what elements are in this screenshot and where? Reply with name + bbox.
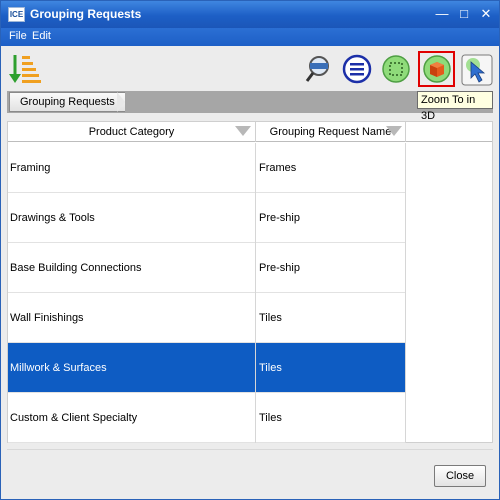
cell-product-category: Custom & Client Specialty: [8, 393, 256, 443]
minimize-icon[interactable]: —: [434, 6, 450, 22]
table-row[interactable]: Framing Frames: [8, 143, 406, 193]
grouping-requests-window: ICE Grouping Requests — □ ✕ File Edit Zo…: [0, 0, 500, 500]
menu-file[interactable]: File: [9, 30, 27, 42]
cell-product-category: Base Building Connections: [8, 243, 256, 293]
cell-grouping-request-name: Tiles: [256, 393, 406, 443]
window-title: Grouping Requests: [30, 7, 142, 21]
divider: [7, 449, 493, 450]
cell-product-category: Drawings & Tools: [8, 193, 256, 243]
column-header-product-category[interactable]: Product Category: [8, 122, 256, 142]
cell-product-category: Wall Finishings: [8, 293, 256, 343]
menu-bar: File Edit: [1, 28, 499, 46]
select-area-icon[interactable]: [381, 54, 411, 84]
zoom-to-3d-icon[interactable]: [422, 54, 452, 84]
grouping-requests-table: Product Category Grouping Request Name F…: [7, 121, 493, 443]
column-header-grouping-request-name[interactable]: Grouping Request Name: [256, 122, 406, 142]
table-row-selected[interactable]: Millwork & Surfaces Tiles: [8, 343, 406, 393]
column-label: Product Category: [88, 126, 175, 138]
cell-grouping-request-name: Pre-ship: [256, 243, 406, 293]
cell-grouping-request-name: Frames: [256, 143, 406, 193]
cell-product-category: Millwork & Surfaces: [8, 343, 256, 393]
zoom-search-icon[interactable]: [304, 54, 334, 84]
breadcrumb-item[interactable]: Grouping Requests: [9, 92, 125, 112]
breadcrumb-arrow-icon: [117, 92, 125, 112]
table-header: Product Category Grouping Request Name: [8, 122, 492, 142]
cell-product-category: Framing: [8, 143, 256, 193]
column-label: Grouping Request Name: [269, 126, 392, 138]
cell-grouping-request-name: Tiles: [256, 343, 406, 393]
close-button[interactable]: Close: [434, 465, 486, 487]
toolbar: [1, 46, 499, 92]
cell-grouping-request-name: Tiles: [256, 293, 406, 343]
close-icon[interactable]: ✕: [478, 6, 494, 22]
table-row[interactable]: Custom & Client Specialty Tiles: [8, 393, 406, 443]
app-icon: ICE: [8, 7, 25, 22]
maximize-icon[interactable]: □: [456, 6, 472, 22]
table-row[interactable]: Wall Finishings Tiles: [8, 293, 406, 343]
title-bar: ICE Grouping Requests — □ ✕: [1, 1, 499, 28]
filter-icon[interactable]: [235, 126, 251, 136]
filter-icon[interactable]: [386, 126, 402, 136]
tooltip: Zoom To in 3D: [417, 91, 493, 122]
sort-order-icon[interactable]: [8, 52, 42, 86]
table-row[interactable]: Drawings & Tools Pre-ship: [8, 193, 406, 243]
table-row[interactable]: Base Building Connections Pre-ship: [8, 243, 406, 293]
pointer-cursor-icon[interactable]: [461, 54, 493, 86]
menu-edit[interactable]: Edit: [32, 30, 51, 42]
cell-grouping-request-name: Pre-ship: [256, 193, 406, 243]
list-menu-icon[interactable]: [342, 54, 372, 84]
